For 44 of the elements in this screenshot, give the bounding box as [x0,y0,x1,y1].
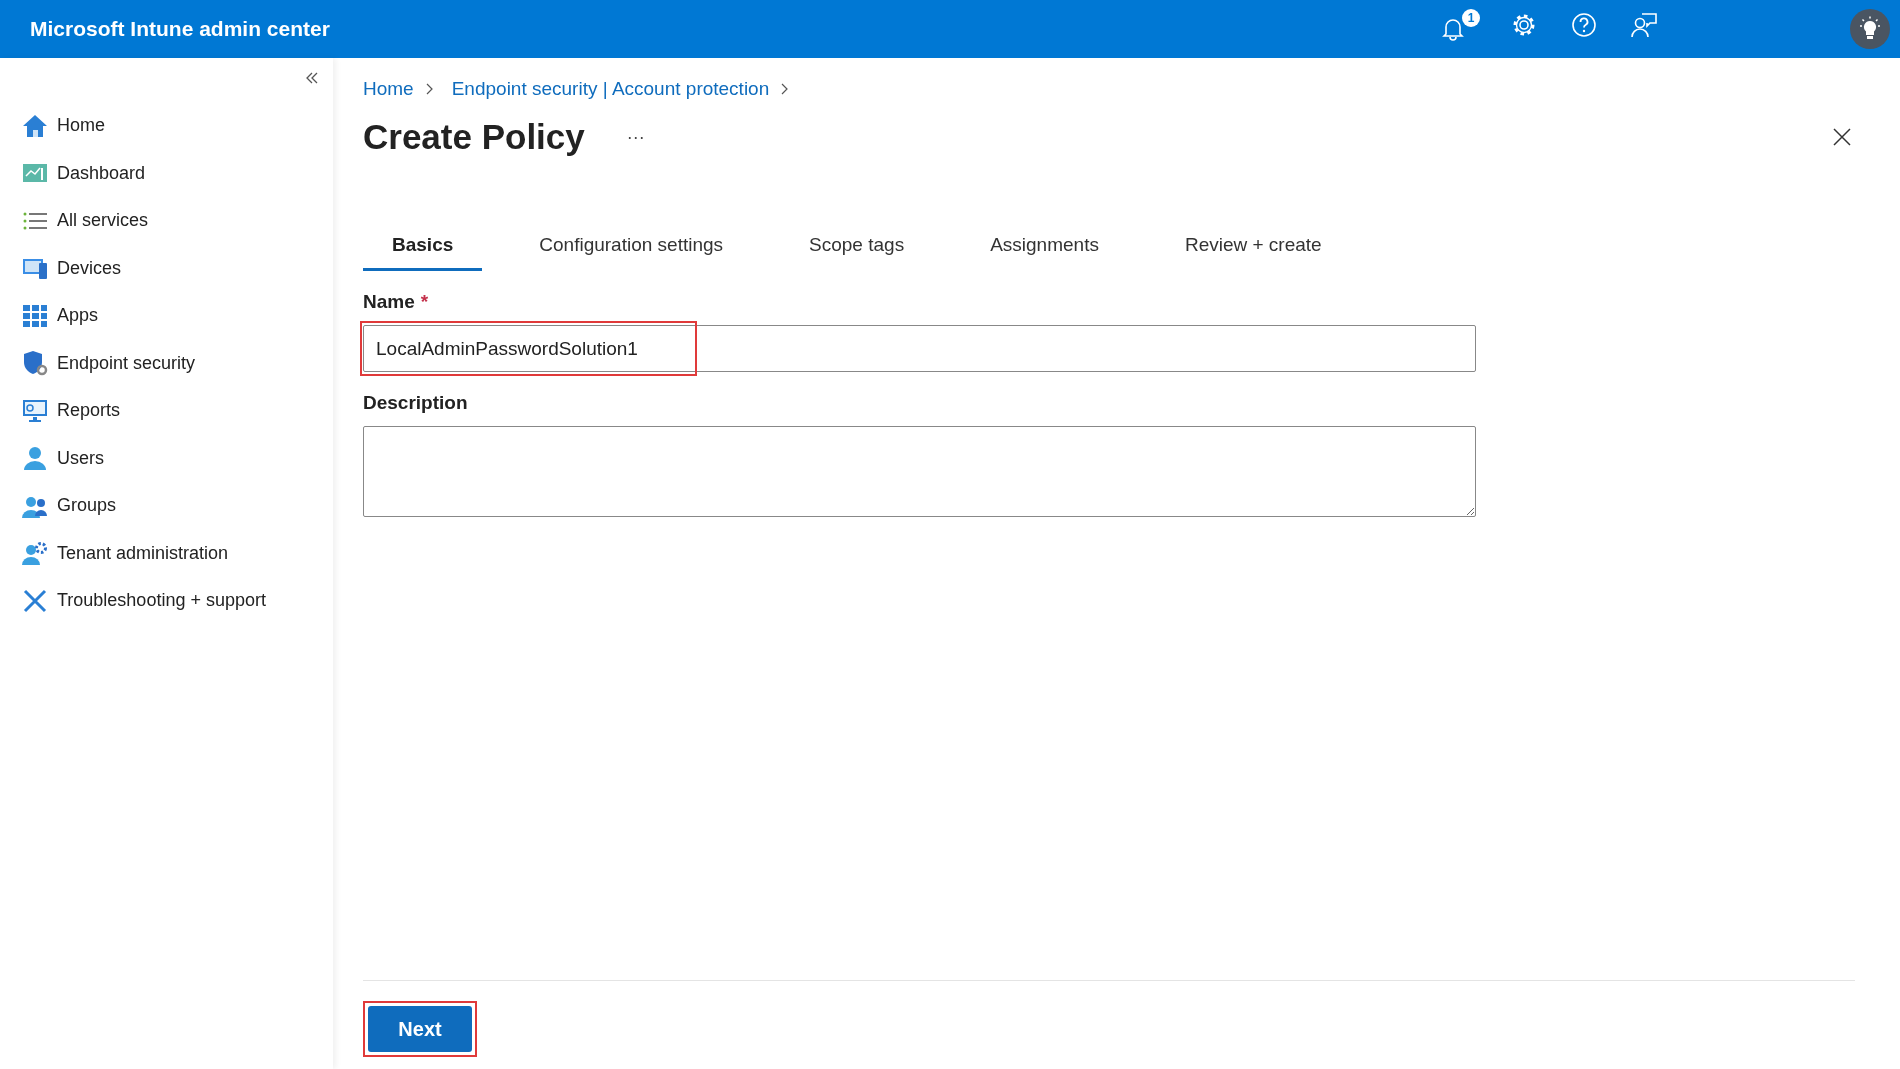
sidebar-item[interactable]: Reports [22,387,313,435]
description-field[interactable] [363,426,1476,517]
sidebar-item[interactable]: Users [22,434,313,482]
notifications-button[interactable]: 1 [1436,9,1480,49]
bell-icon [1442,17,1464,41]
tab[interactable]: Configuration settings [510,224,753,271]
help-icon [1571,12,1597,38]
sidebar-item[interactable]: Troubleshooting + support [22,577,313,625]
sidebar-item[interactable]: Groups [22,482,313,530]
user-icon [22,445,48,472]
sidebar-item[interactable]: Tenant administration [22,529,313,577]
breadcrumb-link[interactable]: Home [363,78,414,100]
avatar-button[interactable] [1850,9,1890,49]
tab[interactable]: Assignments [961,224,1128,271]
tenant-icon [22,540,48,567]
notification-count: 1 [1462,9,1480,27]
name-field[interactable]: LocalAdminPasswordSolution1 [363,325,1476,372]
shield-icon [22,350,48,377]
app-title: Microsoft Intune admin center [30,17,330,41]
lightbulb-icon [1857,16,1883,42]
next-button[interactable]: Next [368,1006,472,1052]
double-chevron-icon [305,72,319,84]
close-icon [1833,128,1851,146]
feedback-icon [1630,12,1658,38]
breadcrumb-link[interactable]: Endpoint security | Account protection [451,78,770,100]
sidebar-item[interactable]: Home [22,102,313,150]
reports-icon [22,397,48,424]
required-mark: * [420,291,429,313]
page-title: Create Policy [363,117,585,157]
tab[interactable]: Basics [363,224,483,271]
field-label: Description [363,392,468,414]
sidebar-item[interactable]: All services [22,197,313,245]
tab[interactable]: Review + create [1155,224,1351,271]
home-icon [22,112,48,139]
sidebar-item[interactable]: Dashboard [22,149,313,197]
tab[interactable]: Scope tags [780,224,934,271]
sidebar-item[interactable]: Devices [22,244,313,292]
field-label: Name [363,291,415,313]
apps-icon [22,302,48,329]
settings-icon [1511,12,1537,38]
sidebar-item[interactable]: Apps [22,292,313,340]
chevron-right-icon [779,83,790,95]
sidebar-item[interactable]: Endpoint security [22,339,313,387]
more-button[interactable]: ··· [620,125,651,149]
